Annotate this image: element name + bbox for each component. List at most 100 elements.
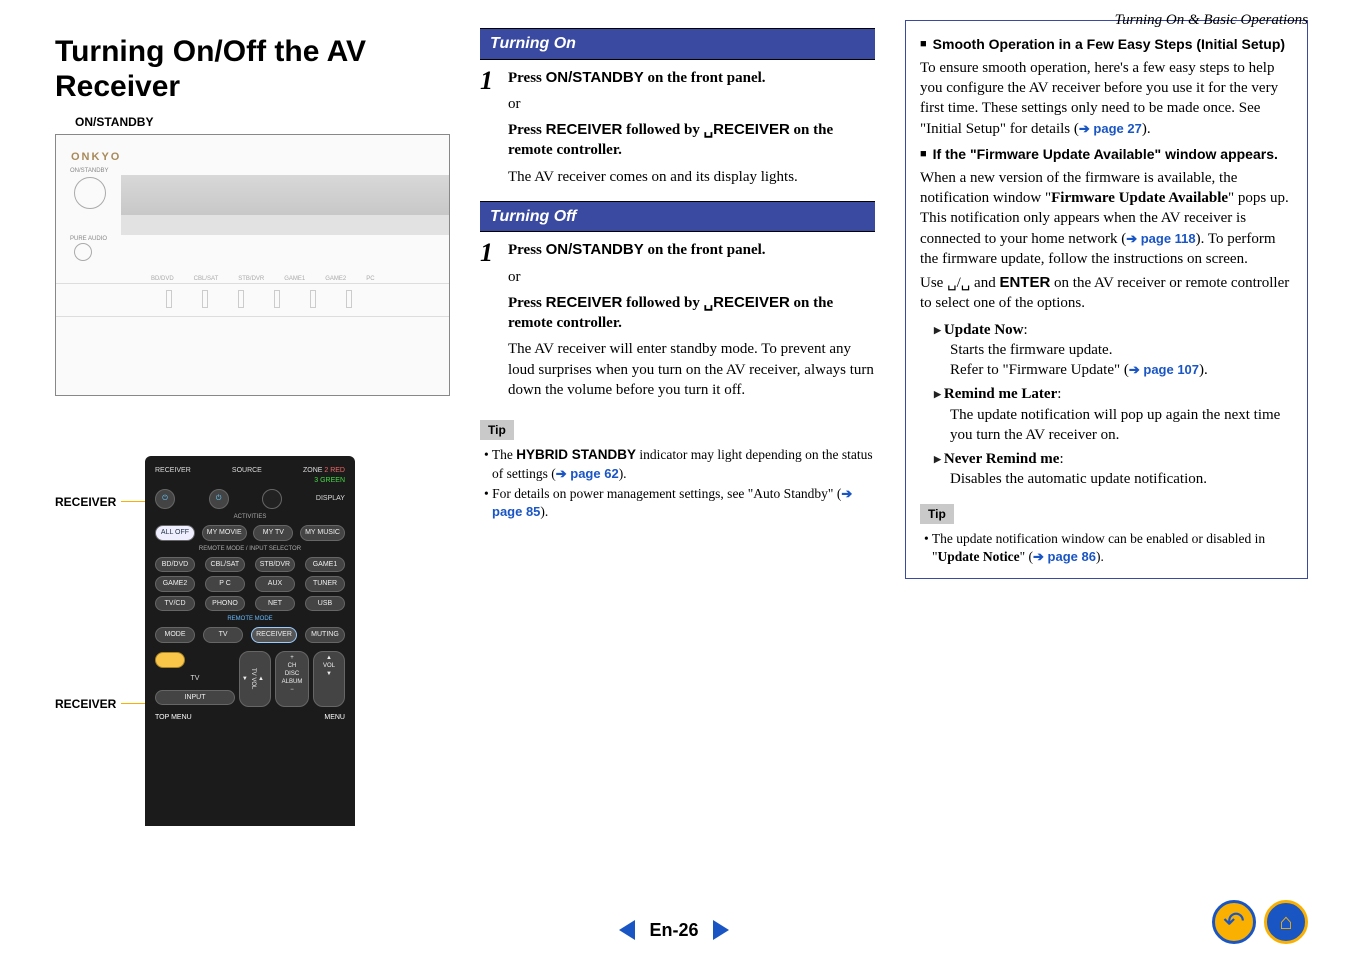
option-item: Remind me Later: The update notification…	[934, 384, 1293, 445]
step-number: 1	[480, 240, 493, 266]
panel-input-label: GAME1	[284, 275, 305, 283]
remote-input-button: PHONO	[205, 596, 245, 611]
button-ref: RECEIVER	[713, 121, 790, 138]
remote-input-button: P C	[205, 576, 245, 591]
nav-home-icon[interactable]: ⌂	[1264, 900, 1308, 944]
remote-label-text: 3 GREEN	[314, 477, 345, 484]
button-ref: ON/STANDBY	[546, 241, 644, 258]
remote-zone-button	[262, 489, 282, 509]
remote-label-text: DISPLAY	[316, 494, 345, 503]
remote-label-text: ALBUM	[282, 679, 303, 685]
remote-input-button: TUNER	[305, 576, 345, 591]
panel-display	[121, 175, 449, 215]
remote-callout-receiver-power: RECEIVER	[55, 494, 116, 510]
remote-section-label: ACTIVITIES	[155, 513, 345, 521]
step-or: or	[508, 94, 875, 114]
remote-input-btn: INPUT	[155, 690, 235, 705]
remote-activity-button: MY MOVIE	[202, 525, 247, 540]
onstandby-label: ON/STANDBY	[75, 114, 450, 130]
step-text: on the front panel.	[644, 242, 766, 258]
page-number: En-26	[649, 918, 698, 942]
section-heading-turning-off: Turning Off	[480, 201, 875, 233]
remote-source-power-icon: ⏻	[209, 489, 229, 509]
remote-callout-receiver-mode: RECEIVER	[55, 696, 116, 712]
onstandby-button-icon	[74, 177, 106, 209]
tip-label: Tip	[480, 420, 514, 440]
step-text: Press	[508, 70, 546, 86]
box-paragraph: Use ␣/␣ and ENTER on the AV receiver or …	[920, 273, 1293, 314]
option-title: Remind me Later	[934, 386, 1057, 402]
brand-logo: ONKYO	[71, 150, 121, 165]
nav-back-icon[interactable]: ↶	[1212, 900, 1256, 944]
panel-input-labels: BD/DVD CBL/SAT STB/DVR GAME1 GAME2 PC	[151, 275, 449, 283]
button-ref: RECEIVER	[546, 121, 623, 138]
tip-item: The HYBRID STANDBY indicator may light d…	[484, 446, 875, 482]
remote-label-text: RECEIVER	[155, 466, 191, 485]
tip-item: For details on power management settings…	[484, 485, 875, 521]
remote-illustration: RECEIVER SOURCE ZONE 2 RED3 GREEN ⏻ ⏻ DI…	[145, 456, 355, 826]
page-title: Turning On/Off the AV Receiver	[55, 35, 450, 104]
option-title: Update Now	[934, 322, 1024, 338]
remote-mode-button: MODE	[155, 627, 195, 642]
remote-input-button: STB/DVR	[255, 557, 295, 572]
option-desc: Starts the firmware update.	[950, 340, 1293, 360]
page-link[interactable]: page 27	[1079, 121, 1142, 136]
panel-input-button	[310, 290, 316, 308]
step-text: Press	[508, 242, 546, 258]
remote-input-button: USB	[305, 596, 345, 611]
box-heading: Smooth Operation in a Few Easy Steps (In…	[920, 35, 1293, 54]
remote-label-text: MENU	[324, 713, 345, 722]
option-desc: The update notification will pop up agai…	[950, 405, 1293, 446]
remote-section-label: REMOTE MODE / INPUT SELECTOR	[155, 545, 345, 553]
panel-input-button	[346, 290, 352, 308]
page-link[interactable]: page 86	[1033, 549, 1096, 564]
indicator-ref: HYBRID STANDBY	[516, 447, 636, 462]
next-page-icon[interactable]	[713, 920, 729, 940]
remote-label-text: CH DISC	[285, 663, 299, 677]
remote-label-text: TV VOL	[250, 668, 256, 689]
panel-input-label: PC	[366, 275, 374, 283]
remote-input-button: GAME2	[155, 576, 195, 591]
option-title: Never Remind me	[934, 451, 1059, 467]
panel-input-button	[202, 290, 208, 308]
panel-display2	[121, 215, 449, 235]
remote-input-button: TV/CD	[155, 596, 195, 611]
option-desc: Refer to "Firmware Update" (page 107).	[950, 360, 1293, 380]
remote-tv-power-icon	[155, 652, 185, 668]
option-item: Never Remind me: Disables the automatic …	[934, 449, 1293, 490]
step-result: The AV receiver comes on and its display…	[508, 167, 875, 187]
section-header: Turning On & Basic Operations	[1115, 10, 1308, 30]
remote-label-text: TOP MENU	[155, 713, 192, 722]
remote-input-button: GAME1	[305, 557, 345, 572]
panel-input-label: BD/DVD	[151, 275, 174, 283]
panel-input-button	[166, 290, 172, 308]
page-link[interactable]: page 118	[1126, 231, 1195, 246]
button-ref: ENTER	[999, 274, 1050, 291]
box-heading: If the "Firmware Update Available" windo…	[920, 145, 1293, 164]
remote-activity-button: ALL OFF	[155, 525, 195, 540]
pure-audio-label: PURE AUDIO	[70, 235, 107, 243]
page-link[interactable]: page 107	[1129, 362, 1199, 377]
panel-input-buttons	[166, 290, 449, 308]
step-text: followed by ␣	[622, 122, 713, 138]
remote-label-text: VOL	[323, 663, 335, 669]
remote-input-button: BD/DVD	[155, 557, 195, 572]
panel-input-button	[274, 290, 280, 308]
option-item: Update Now: Starts the firmware update. …	[934, 320, 1293, 381]
remote-mode-button: MUTING	[305, 627, 345, 642]
remote-label-text: TV	[155, 674, 235, 683]
standby-tiny-label: ON/STANDBY	[70, 167, 109, 175]
remote-activity-button: MY TV	[253, 525, 293, 540]
panel-input-label: CBL/SAT	[194, 275, 219, 283]
remote-mode-button: TV	[203, 627, 243, 642]
button-ref: RECEIVER	[713, 294, 790, 311]
box-paragraph: When a new version of the firmware is av…	[920, 168, 1293, 269]
box-paragraph: To ensure smooth operation, here's a few…	[920, 58, 1293, 139]
prev-page-icon[interactable]	[619, 920, 635, 940]
remote-input-button: AUX	[255, 576, 295, 591]
step-text: on the front panel.	[644, 70, 766, 86]
page-link[interactable]: page 62	[556, 466, 619, 481]
step-or: or	[508, 267, 875, 287]
option-desc: Disables the automatic update notificati…	[950, 469, 1293, 489]
remote-input-button: CBL/SAT	[205, 557, 245, 572]
